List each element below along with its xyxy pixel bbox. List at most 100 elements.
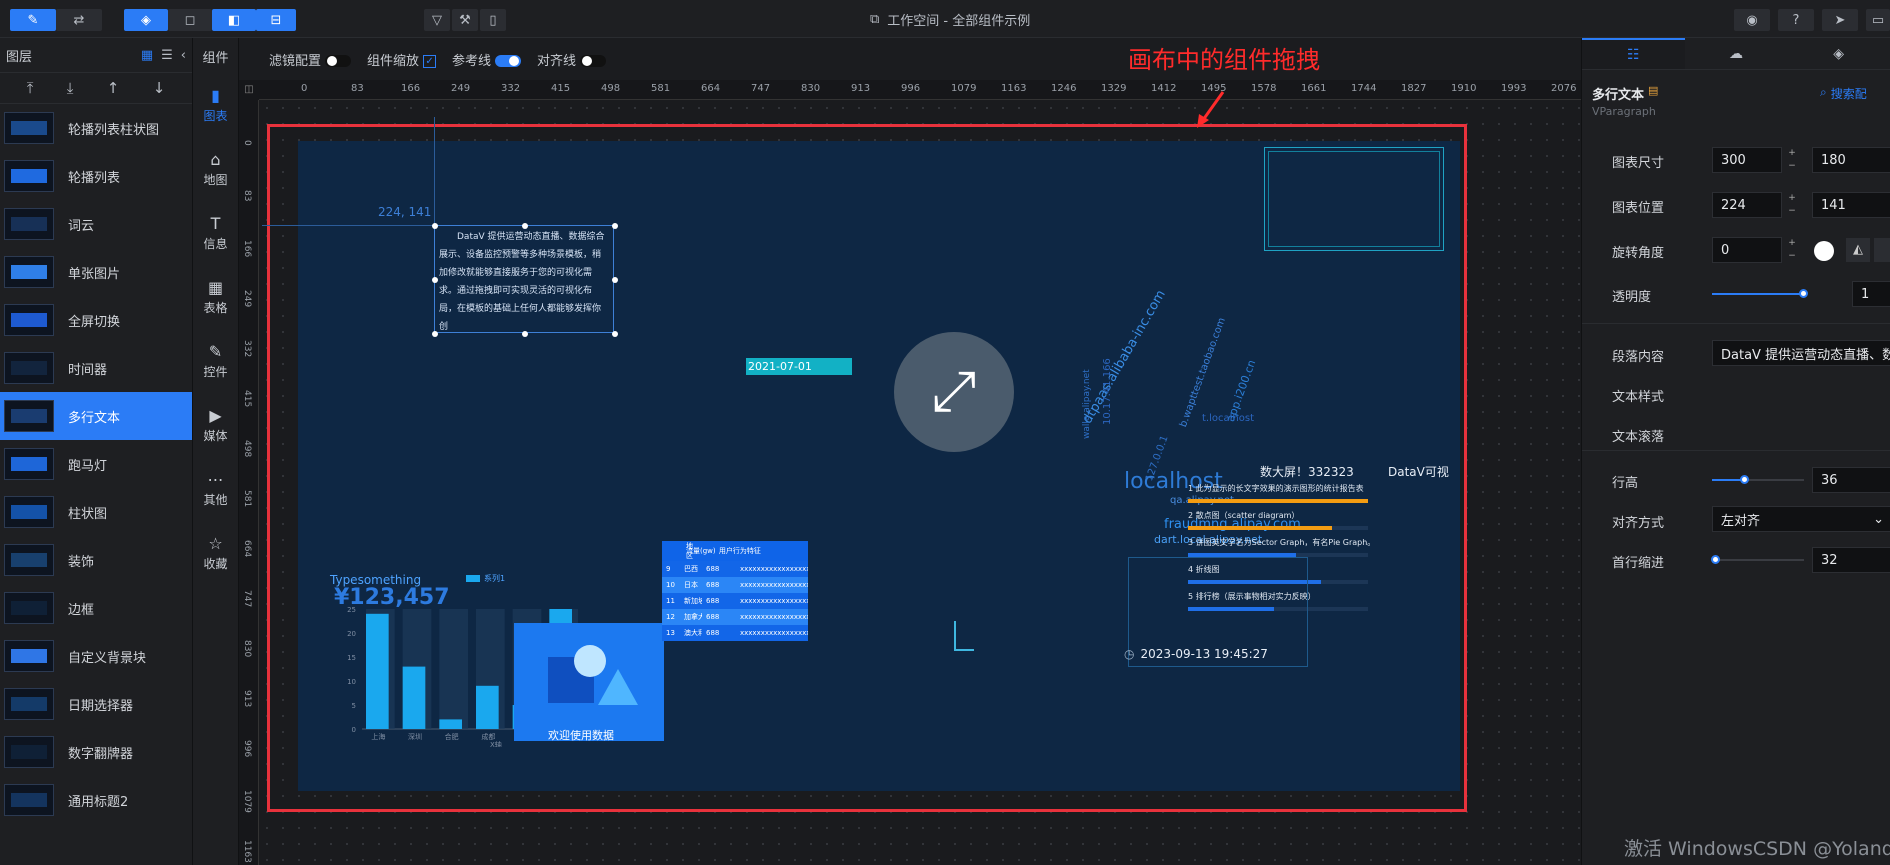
tab-star[interactable]: ☆ 收藏 bbox=[193, 522, 238, 586]
move-down-icon[interactable]: ↓ bbox=[153, 79, 166, 97]
layer-item[interactable]: 跑马灯 bbox=[0, 440, 192, 488]
layer-item[interactable]: 轮播列表柱状图 bbox=[0, 104, 192, 152]
grid-view-icon[interactable]: ▦ bbox=[141, 48, 153, 63]
tab-data[interactable]: ☁ bbox=[1685, 38, 1788, 69]
ruler-tick-label: 1578 bbox=[1251, 83, 1277, 94]
date-picker-widget[interactable]: 2021-07-01 bbox=[746, 358, 852, 375]
layer-item[interactable]: 装饰 bbox=[0, 536, 192, 584]
y-input[interactable]: 141 bbox=[1812, 192, 1890, 218]
timer-widget[interactable]: ◷ 2023-09-13 19:45:27 bbox=[1124, 647, 1268, 661]
layer-item[interactable]: 自定义背景块 bbox=[0, 632, 192, 680]
indent-slider[interactable] bbox=[1710, 555, 1804, 564]
opacity-input[interactable]: 1 bbox=[1852, 281, 1890, 307]
layer-item[interactable]: 柱状图 bbox=[0, 488, 192, 536]
layer-item[interactable]: 单张图片 bbox=[0, 248, 192, 296]
layer-item[interactable]: 轮播列表 bbox=[0, 152, 192, 200]
resize-handle[interactable] bbox=[612, 331, 618, 337]
text-scroll-section[interactable]: 文本滚落 bbox=[1612, 426, 1664, 445]
snapshot-button[interactable]: ◉ bbox=[1734, 9, 1770, 31]
search-config-link[interactable]: ⌕ 搜索配 bbox=[1820, 85, 1867, 102]
rotate-input[interactable]: 0 bbox=[1712, 237, 1782, 263]
resize-handle[interactable] bbox=[612, 223, 618, 229]
tab-text[interactable]: T 信息 bbox=[193, 202, 238, 266]
layer-item[interactable]: 多行文本 bbox=[0, 392, 192, 440]
layer-item[interactable]: 词云 bbox=[0, 200, 192, 248]
carousel-table-widget[interactable]: 地区 流量(gw) 用户行为特征 9 巴西 688 xxxxxxxxxxxxxxxxxx 1… bbox=[662, 541, 808, 641]
filter-button[interactable]: ▽ bbox=[424, 9, 450, 31]
resize-handle[interactable] bbox=[522, 331, 528, 337]
resize-handle[interactable] bbox=[432, 331, 438, 337]
component-scale-toggle[interactable]: 组件缩放 ✓ bbox=[367, 50, 437, 69]
list-view-icon[interactable]: ☰ bbox=[161, 48, 173, 63]
move-bottom-icon[interactable]: ⤓ bbox=[67, 79, 74, 97]
horizontal-ruler[interactable]: 0 83 166 249 332 415 498 581 664 747 830 913 996 1079… bbox=[259, 80, 1581, 100]
layer-item[interactable]: 通用标题2 bbox=[0, 776, 192, 824]
collapse-icon[interactable]: ‹ bbox=[181, 48, 186, 63]
layer-item[interactable]: 边框 bbox=[0, 584, 192, 632]
tab-interaction[interactable]: ◈ bbox=[1787, 38, 1890, 69]
dashboard-screen[interactable]: 224, 141 DataV 提供运营动态直播、数据综合展示、设备监控预警等多种… bbox=[262, 117, 1460, 791]
filter-config-switch[interactable] bbox=[325, 55, 352, 67]
table-cell: 688 bbox=[706, 629, 720, 637]
reference-line-switch[interactable] bbox=[495, 55, 522, 67]
align-select[interactable]: 左对齐 ⌄ bbox=[1712, 506, 1890, 532]
x-input[interactable]: 224 bbox=[1712, 192, 1782, 218]
opacity-slider[interactable] bbox=[1712, 289, 1808, 298]
table-row: 9 巴西 688 xxxxxxxxxxxxxxxxxx bbox=[662, 561, 808, 577]
fullscreen-toggle-widget[interactable]: ⤢ bbox=[894, 332, 1014, 452]
selected-paragraph-widget[interactable]: DataV 提供运营动态直播、数据综合展示、设备监控预警等多种场景模板，稍加修改… bbox=[432, 223, 618, 337]
filter-config-toggle[interactable]: 滤镜配置 bbox=[269, 50, 352, 69]
vertical-ruler[interactable]: 0 83 166 249 332 415 498 581 664 747 830 913 996 1079… bbox=[239, 100, 259, 865]
layer-item[interactable]: 数字翻牌器 bbox=[0, 728, 192, 776]
tab-config[interactable]: ☷ bbox=[1582, 38, 1685, 69]
height-input[interactable]: 180 bbox=[1812, 147, 1890, 173]
ruler-tick-label: 1163 bbox=[1001, 83, 1027, 94]
tab-control[interactable]: ✎ 控件 bbox=[193, 330, 238, 394]
line-height-input[interactable]: 36 bbox=[1812, 467, 1890, 493]
align-line-toggle[interactable]: 对齐线 bbox=[537, 50, 607, 69]
tab-media[interactable]: ▶ 媒体 bbox=[193, 394, 238, 458]
rotate-dial[interactable] bbox=[1814, 241, 1834, 261]
layers-toggle-button[interactable]: ◈ bbox=[124, 9, 168, 31]
tab-table[interactable]: ▦ 表格 bbox=[193, 266, 238, 330]
indent-input[interactable]: 32 bbox=[1812, 547, 1890, 573]
single-image-widget[interactable]: 欢迎使用数据 bbox=[514, 623, 664, 742]
tab-chart[interactable]: ▮ 图表 bbox=[193, 74, 238, 138]
width-stepper[interactable]: + − bbox=[1784, 147, 1800, 173]
magic-button[interactable]: ⚒ bbox=[452, 9, 478, 31]
resize-handle[interactable] bbox=[432, 223, 438, 229]
rotate-stepper[interactable]: + − bbox=[1784, 237, 1800, 263]
content-input[interactable]: DataV 提供运营动态直播、数据 bbox=[1712, 340, 1890, 366]
layer-item[interactable]: 日期选择器 bbox=[0, 680, 192, 728]
resize-handle[interactable] bbox=[522, 223, 528, 229]
toolbox-toggle-button[interactable]: ⊟ bbox=[256, 9, 296, 31]
layer-item[interactable]: 全屏切换 bbox=[0, 296, 192, 344]
x-stepper[interactable]: + − bbox=[1784, 192, 1800, 218]
border-widget[interactable] bbox=[1264, 147, 1444, 251]
resize-handle[interactable] bbox=[432, 277, 438, 283]
resize-handle[interactable] bbox=[612, 277, 618, 283]
width-input[interactable]: 300 bbox=[1712, 147, 1782, 173]
flip-horizontal-button[interactable]: ◭ bbox=[1846, 238, 1870, 262]
decoration-widget[interactable] bbox=[954, 621, 974, 651]
ruler-corner[interactable]: ◫ bbox=[239, 80, 259, 100]
move-top-icon[interactable]: ⤒ bbox=[27, 79, 34, 97]
align-line-switch[interactable] bbox=[580, 55, 607, 67]
publish-button[interactable]: ➤ bbox=[1822, 9, 1858, 31]
tab-other[interactable]: ⋯ 其他 bbox=[193, 458, 238, 522]
component-scale-checkbox[interactable]: ✓ bbox=[423, 54, 437, 68]
config-panel-toggle-button[interactable]: ◧ bbox=[212, 9, 256, 31]
text-style-section[interactable]: 文本样式 bbox=[1612, 386, 1664, 405]
help-button[interactable]: ? bbox=[1778, 9, 1814, 31]
components-toggle-button[interactable]: ◻ bbox=[168, 9, 212, 31]
reference-line-toggle[interactable]: 参考线 bbox=[452, 50, 522, 69]
move-up-icon[interactable]: ↑ bbox=[107, 79, 120, 97]
mobile-button[interactable]: ▯ bbox=[480, 9, 506, 31]
flip-vertical-button[interactable] bbox=[1874, 238, 1890, 262]
edit-mode-button[interactable]: ✎ bbox=[10, 9, 56, 31]
line-height-slider[interactable] bbox=[1712, 475, 1804, 484]
tab-map[interactable]: ⌂ 地图 bbox=[193, 138, 238, 202]
preview-button[interactable]: ▭ bbox=[1866, 9, 1890, 31]
layer-item[interactable]: 时间器 bbox=[0, 344, 192, 392]
swap-mode-button[interactable]: ⇄ bbox=[56, 9, 102, 31]
